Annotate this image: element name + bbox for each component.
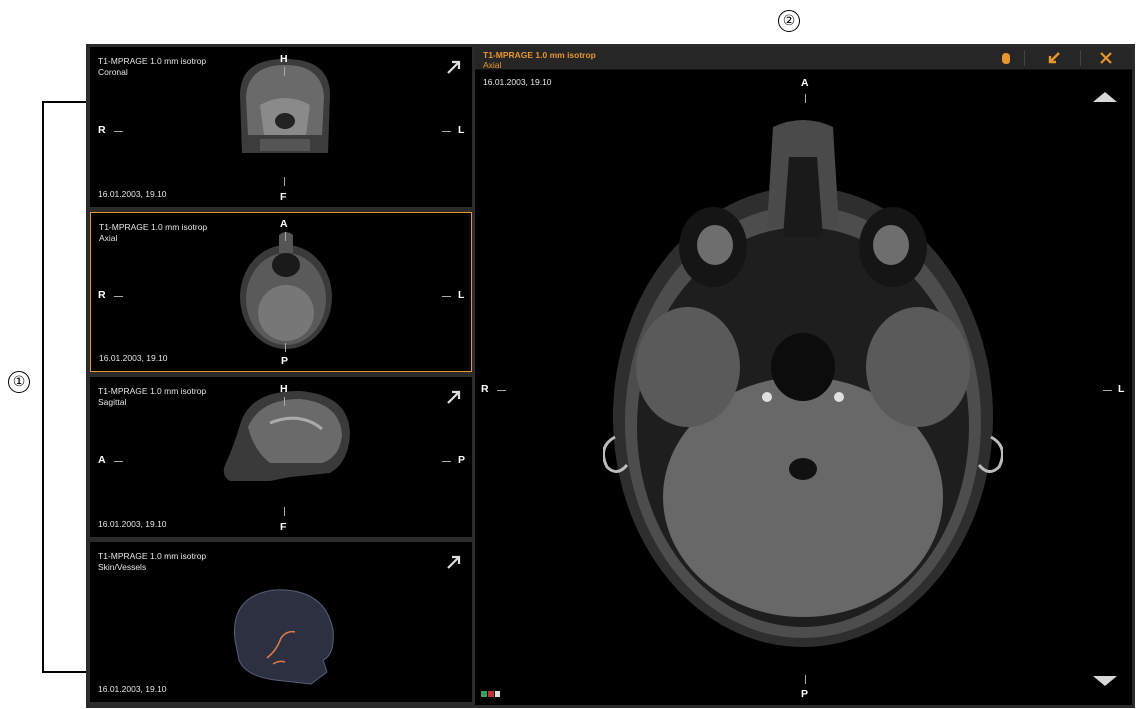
orientation-tick [285,232,286,241]
viewer-application: T1-MPRAGE 1.0 mm isotrop Coronal H R L F… [86,44,1135,708]
thumb-date: 16.01.2003, 19.10 [98,189,167,199]
thumb-date: 16.01.2003, 19.10 [99,353,168,363]
callout-1: ① [8,371,30,393]
orientation-tick [284,67,285,76]
orientation-top: H [280,383,288,395]
main-series-title: T1-MPRAGE 1.0 mm isotrop [483,50,596,60]
orientation-tick [497,390,506,391]
orientation-top: A [801,77,809,89]
main-header: T1-MPRAGE 1.0 mm isotrop Axial [475,47,1132,70]
orientation-tick [114,461,123,462]
thumbnail-sagittal[interactable]: T1-MPRAGE 1.0 mm isotrop Sagittal H A P … [90,377,472,537]
sagittal-slice-image [223,390,350,481]
orientation-bottom: F [280,191,287,203]
expand-arrow-icon[interactable] [446,389,462,405]
scroll-up-icon[interactable] [1093,91,1117,103]
orientation-left: R [481,383,489,395]
thumbnail-axial[interactable]: T1-MPRAGE 1.0 mm isotrop Axial A R L P 1… [90,212,472,372]
header-separator [1024,50,1025,66]
thumb-title: T1-MPRAGE 1.0 mm isotrop Sagittal [98,386,207,407]
main-date: 16.01.2003, 19.10 [483,77,552,87]
axial-slice-image [240,232,332,349]
orientation-left: R [98,124,106,136]
orientation-right: P [458,454,466,466]
header-separator [1080,50,1081,66]
orientation-left: A [98,454,106,466]
orientation-tick [284,507,285,516]
axial-mri-image [603,120,1003,647]
thumb-title: T1-MPRAGE 1.0 mm isotrop Coronal [98,56,207,77]
orientation-bottom: P [801,688,809,700]
orientation-tick [285,343,286,352]
orientation-tick [1103,390,1112,391]
expand-arrow-icon[interactable] [446,554,462,570]
thumbnail-coronal[interactable]: T1-MPRAGE 1.0 mm isotrop Coronal H R L F… [90,47,472,207]
close-icon[interactable] [1092,47,1120,69]
scroll-down-icon[interactable] [1093,675,1117,687]
volume-render-image [234,589,334,685]
orientation-tick [284,397,285,406]
orientation-tick [114,131,123,132]
callout-2: ② [778,10,800,32]
orientation-tick [284,177,285,186]
orientation-tick [442,131,451,132]
orientation-top: H [280,53,288,65]
orientation-right: L [458,124,465,136]
thumb-date: 16.01.2003, 19.10 [98,684,167,694]
thumb-title: T1-MPRAGE 1.0 mm isotrop Axial [99,222,208,243]
thumbnail-group-bracket [42,101,86,673]
thumbnail-skin-vessels[interactable]: T1-MPRAGE 1.0 mm isotrop Skin/Vessels 16… [90,542,472,702]
orientation-bottom: F [280,521,287,533]
orientation-tick [114,296,123,297]
orientation-bottom: P [281,355,289,367]
orientation-tick [442,296,451,297]
main-viewport-axial[interactable]: T1-MPRAGE 1.0 mm isotrop Axial 16.01.200… [475,47,1132,705]
thumb-date: 16.01.2003, 19.10 [98,519,167,529]
orientation-left: R [98,289,106,301]
orientation-top: A [280,218,288,230]
collapse-arrow-icon[interactable] [1040,47,1068,69]
thumb-title: T1-MPRAGE 1.0 mm isotrop Skin/Vessels [98,551,207,572]
main-view-name: Axial [483,60,502,70]
orientation-tick [805,675,806,684]
orientation-tick [442,461,451,462]
hand-icon[interactable] [992,47,1020,69]
coronal-slice-image [240,59,330,153]
orientation-tick [805,94,806,103]
expand-arrow-icon[interactable] [446,59,462,75]
orientation-right: L [458,289,465,301]
orientation-right: L [1118,383,1125,395]
axis-indicator-icon [481,691,500,697]
